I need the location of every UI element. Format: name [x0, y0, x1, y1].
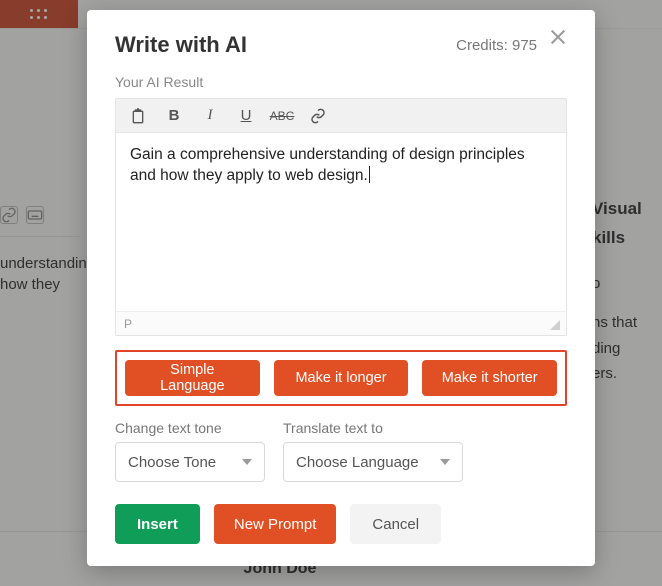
close-icon[interactable]	[549, 28, 567, 46]
chevron-down-icon	[440, 459, 450, 465]
new-prompt-button[interactable]: New Prompt	[214, 504, 337, 544]
strikethrough-button[interactable]: ABC	[272, 106, 292, 126]
language-select[interactable]: Choose Language	[283, 442, 463, 482]
result-subtitle: Your AI Result	[115, 74, 567, 90]
bold-button[interactable]: B	[164, 106, 184, 126]
result-editor: B I U ABC Gain a comprehensive understan…	[115, 98, 567, 336]
text-caret	[369, 166, 370, 183]
adjust-row: Simple Language Make it longer Make it s…	[115, 350, 567, 406]
editor-toolbar: B I U ABC	[116, 99, 566, 133]
ai-result-text[interactable]: Gain a comprehensive understanding of de…	[116, 133, 566, 311]
tone-select[interactable]: Choose Tone	[115, 442, 265, 482]
editor-element-path: P	[124, 317, 132, 331]
credits-label: Credits: 975	[456, 37, 537, 54]
ai-modal: Write with AI Credits: 975 Your AI Resul…	[87, 10, 595, 566]
cancel-button[interactable]: Cancel	[350, 504, 441, 544]
underline-button[interactable]: U	[236, 106, 256, 126]
italic-button[interactable]: I	[200, 106, 220, 126]
make-longer-button[interactable]: Make it longer	[274, 360, 409, 396]
tone-select-value: Choose Tone	[128, 454, 216, 471]
editor-statusbar: P	[116, 311, 566, 335]
insert-button[interactable]: Insert	[115, 504, 200, 544]
simple-language-button[interactable]: Simple Language	[125, 360, 260, 396]
modal-title: Write with AI	[115, 32, 456, 58]
make-shorter-button[interactable]: Make it shorter	[422, 360, 557, 396]
paste-icon[interactable]	[128, 106, 148, 126]
tone-label: Change text tone	[115, 420, 265, 436]
chevron-down-icon	[242, 459, 252, 465]
translate-label: Translate text to	[283, 420, 463, 436]
link-button[interactable]	[308, 106, 328, 126]
resize-handle-icon[interactable]	[550, 320, 560, 330]
language-select-value: Choose Language	[296, 454, 419, 471]
